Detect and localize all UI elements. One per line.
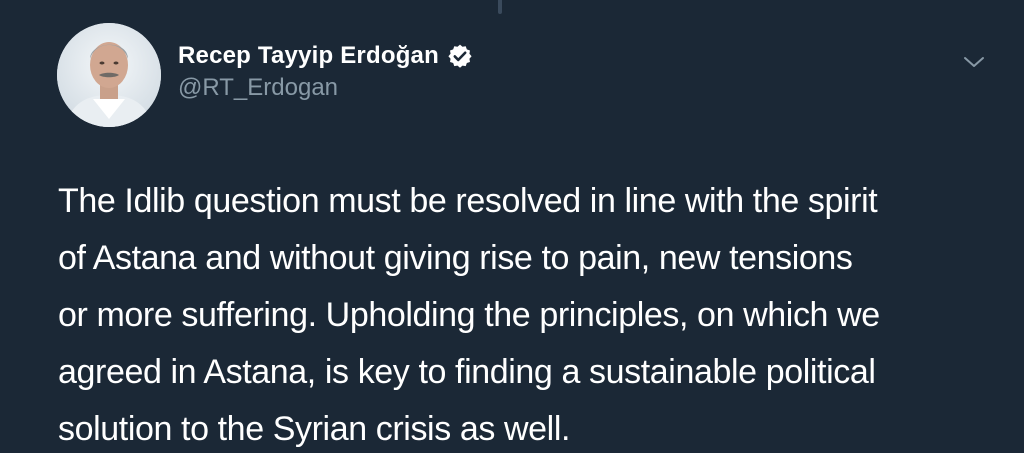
tweet-text: The Idlib question must be resolved in l… <box>58 173 998 453</box>
tweet-text-line: of Astana and without giving rise to pai… <box>58 239 853 277</box>
user-handle[interactable]: @RT_Erdogan <box>178 74 473 102</box>
tweet-text-line: solution to the Syrian crisis as well. <box>58 410 571 448</box>
chevron-down-icon[interactable] <box>960 52 988 72</box>
tweet-text-line: or more suffering. Upholding the princip… <box>58 296 880 334</box>
verified-badge-icon <box>447 43 473 69</box>
tweet-text-line: The Idlib question must be resolved in l… <box>58 182 878 220</box>
top-divider <box>498 0 502 14</box>
avatar[interactable] <box>57 23 161 127</box>
profile-photo-icon <box>57 23 161 127</box>
display-name[interactable]: Recep Tayyip Erdoğan <box>178 42 439 70</box>
name-row: Recep Tayyip Erdoğan <box>178 40 473 72</box>
tweet-header: Recep Tayyip Erdoğan @RT_Erdogan <box>178 40 473 102</box>
tweet-card: Recep Tayyip Erdoğan @RT_Erdogan The Idl… <box>0 0 1024 453</box>
tweet-text-line: agreed in Astana, is key to finding a su… <box>58 353 876 391</box>
